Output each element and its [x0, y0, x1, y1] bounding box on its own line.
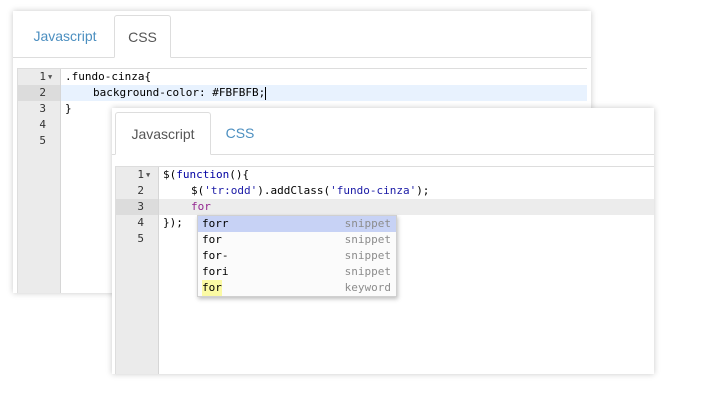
- css-selector: .fundo-cinza{: [65, 70, 152, 83]
- autocomplete-meta: keyword: [344, 281, 391, 294]
- tab-css[interactable]: CSS: [215, 112, 265, 154]
- code-token: });: [163, 216, 183, 229]
- tab-bar: Javascript CSS: [112, 108, 654, 155]
- fold-arrow-icon[interactable]: ▼: [48, 69, 52, 85]
- line-number: 5: [39, 134, 46, 147]
- css-value: #FBFBFB;: [212, 86, 266, 99]
- code-token: ).addClass(: [257, 184, 331, 197]
- code-token: );: [416, 184, 430, 197]
- for-keyword: for: [191, 200, 211, 213]
- code-line: }: [65, 101, 72, 117]
- code-line: });: [163, 215, 183, 231]
- autocomplete-item[interactable]: for- snippet: [198, 248, 396, 264]
- autocomplete-caption: for: [202, 280, 222, 296]
- line-number: 4: [137, 216, 144, 229]
- fold-arrow-icon[interactable]: ▼: [146, 167, 150, 183]
- code-line: .fundo-cinza{: [65, 69, 151, 85]
- tab-javascript[interactable]: Javascript: [115, 112, 211, 155]
- autocomplete-item[interactable]: for keyword: [198, 280, 396, 296]
- string-literal: 'fundo-cinza': [330, 184, 417, 197]
- autocomplete-meta: snippet: [344, 233, 391, 246]
- line-number: 3: [39, 102, 46, 115]
- code-token: $(: [191, 184, 205, 197]
- autocomplete-item[interactable]: fori snippet: [198, 264, 396, 280]
- active-line-highlight: [159, 199, 654, 215]
- code-token: $(: [163, 168, 177, 181]
- code-token: (){: [229, 168, 250, 181]
- javascript-editor-panel: Javascript CSS 1 ▼ 2 3 4 5 $(function(){…: [112, 108, 654, 374]
- tab-javascript[interactable]: Javascript: [19, 15, 111, 57]
- code-editor[interactable]: 1 ▼ 2 3 4 5 $(function(){ $('tr:odd').ad…: [115, 166, 654, 374]
- line-number: 1: [39, 70, 46, 83]
- line-number: 4: [39, 118, 46, 131]
- autocomplete-caption: fori: [202, 265, 229, 278]
- code-line: $('tr:odd').addClass('fundo-cinza');: [191, 183, 429, 199]
- line-number: 1: [137, 168, 144, 181]
- closing-brace: }: [65, 102, 72, 115]
- function-keyword: function: [176, 168, 230, 181]
- css-property: background-color:: [93, 86, 213, 99]
- autocomplete-caption: for-: [202, 249, 229, 262]
- autocomplete-item[interactable]: forr snippet: [198, 216, 396, 232]
- code-line: for: [191, 199, 211, 215]
- line-number: 2: [137, 184, 144, 197]
- autocomplete-meta: snippet: [344, 249, 391, 262]
- string-literal: 'tr:odd': [204, 184, 258, 197]
- text-cursor: [265, 86, 267, 100]
- code-line: background-color: #FBFBFB;: [93, 85, 267, 101]
- autocomplete-item[interactable]: for snippet: [198, 232, 396, 248]
- tab-css[interactable]: CSS: [114, 15, 171, 58]
- autocomplete-meta: snippet: [344, 217, 391, 230]
- tab-bar: Javascript CSS: [13, 11, 591, 58]
- autocomplete-popup: forr snippet for snippet for- snippet fo…: [197, 215, 397, 297]
- line-number: 5: [137, 232, 144, 245]
- line-number: 3: [137, 200, 144, 213]
- code-line: $(function(){: [163, 167, 249, 183]
- line-number: 2: [39, 86, 46, 99]
- autocomplete-caption: forr: [202, 217, 229, 230]
- autocomplete-meta: snippet: [344, 265, 391, 278]
- autocomplete-caption: for: [202, 233, 222, 246]
